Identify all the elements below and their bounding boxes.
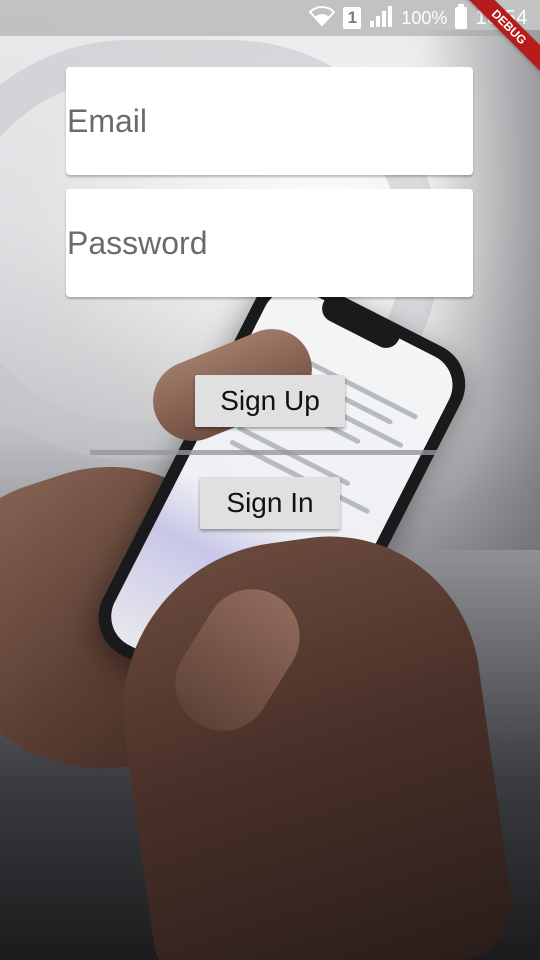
battery-icon: [455, 4, 468, 29]
battery-percent: 100%: [401, 7, 448, 28]
sign-in-button[interactable]: Sign In: [200, 477, 340, 529]
signal-icon: [369, 5, 393, 32]
email-field[interactable]: [66, 67, 473, 175]
divider: [90, 450, 444, 455]
wifi-icon: [309, 5, 336, 32]
sign-up-button[interactable]: Sign Up: [195, 375, 345, 427]
sim-icon: 1: [343, 7, 362, 29]
status-bar: 1 100% 18:54: [0, 0, 540, 36]
password-field-container: [66, 189, 473, 297]
password-field[interactable]: [66, 189, 473, 297]
email-field-container: [66, 67, 473, 175]
